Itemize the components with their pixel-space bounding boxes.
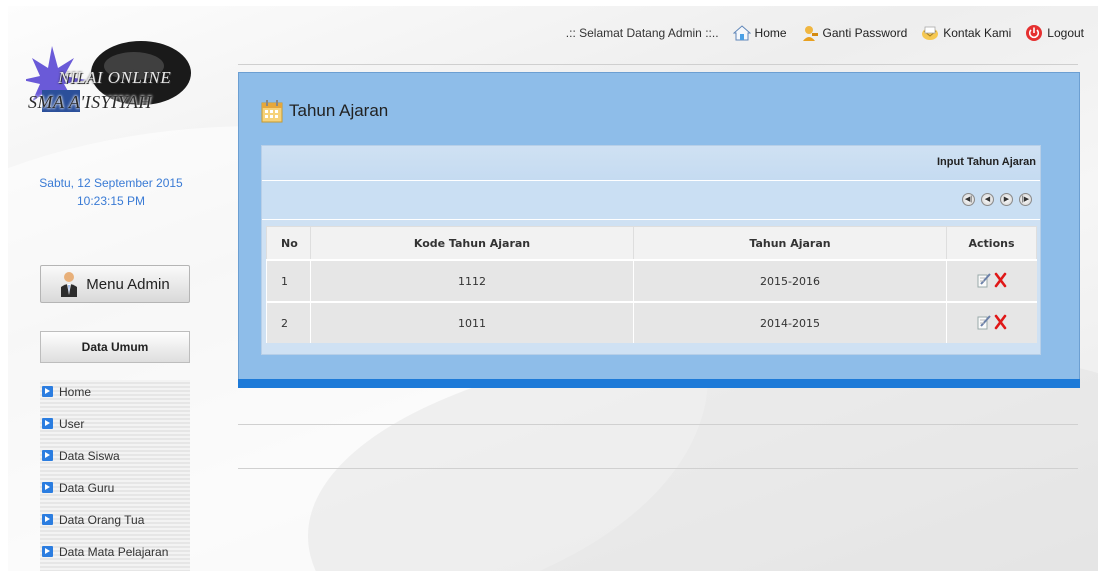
cell-tahun: 2015-2016 bbox=[633, 259, 947, 302]
input-tahun-ajaran-link[interactable]: Input Tahun Ajaran bbox=[937, 156, 1036, 168]
ganti-password-link[interactable]: Ganti Password bbox=[801, 24, 908, 42]
cell-kode: 1112 bbox=[310, 259, 634, 302]
panel-header: Tahun Ajaran bbox=[261, 99, 388, 123]
logout-link[interactable]: Logout bbox=[1025, 24, 1084, 42]
tahun-ajaran-table: No Kode Tahun Ajaran Tahun Ajaran Action… bbox=[266, 226, 1037, 343]
sidebar-item-data-orang-tua[interactable]: Data Orang Tua bbox=[40, 508, 190, 531]
sidebar-item-label: Data Mata Pelajaran bbox=[59, 544, 169, 559]
arrow-right-icon bbox=[42, 386, 53, 397]
top-navigation: .:: Selamat Datang Admin ::.. Home Ganti… bbox=[566, 24, 1084, 42]
next-page-icon[interactable]: ▶ bbox=[1000, 193, 1013, 206]
top-home-link[interactable]: Home bbox=[732, 24, 787, 42]
sidebar-item-label: Data Guru bbox=[59, 480, 115, 495]
delete-icon[interactable] bbox=[994, 272, 1007, 288]
panel-footer-bar bbox=[238, 379, 1080, 388]
current-date: Sabtu, 12 September 2015 bbox=[39, 176, 183, 190]
power-icon bbox=[1026, 25, 1043, 41]
edit-icon[interactable] bbox=[977, 272, 991, 288]
menu-admin-button[interactable]: Menu Admin bbox=[40, 265, 190, 303]
admin-user-icon bbox=[61, 272, 78, 297]
kontak-kami-label: Kontak Kami bbox=[943, 26, 1012, 40]
sidebar-item-user[interactable]: User bbox=[40, 412, 190, 435]
delete-icon[interactable] bbox=[994, 314, 1007, 330]
key-user-icon bbox=[802, 26, 818, 41]
arrow-right-icon bbox=[42, 482, 53, 493]
sidebar-item-data-siswa[interactable]: Data Siswa bbox=[40, 444, 190, 467]
sidebar-item-label: Home bbox=[59, 384, 92, 399]
home-icon bbox=[732, 25, 751, 41]
grid-toolbar: Input Tahun Ajaran bbox=[262, 146, 1040, 181]
cell-no: 1 bbox=[266, 259, 311, 302]
current-time: 10:23:15 PM bbox=[76, 194, 146, 208]
cell-no: 2 bbox=[266, 301, 311, 343]
arrow-right-icon bbox=[42, 514, 53, 525]
logo-line1: NILAI ONLINE bbox=[58, 68, 172, 87]
page-background: NILAI ONLINE SMA A'ISYIYAH .:: Selamat D… bbox=[8, 6, 1098, 571]
table-row: 1 1112 2015-2016 bbox=[266, 259, 1037, 302]
cell-actions bbox=[946, 259, 1037, 302]
page-title: Tahun Ajaran bbox=[289, 101, 389, 120]
first-page-icon[interactable]: ◀| bbox=[962, 193, 975, 206]
kontak-kami-link[interactable]: Kontak Kami bbox=[921, 24, 1011, 42]
top-home-label: Home bbox=[754, 26, 787, 40]
table-header-row: No Kode Tahun Ajaran Tahun Ajaran Action… bbox=[266, 226, 1037, 261]
arrow-right-icon bbox=[42, 450, 53, 461]
logout-label: Logout bbox=[1047, 26, 1084, 40]
arrow-right-icon bbox=[42, 418, 53, 429]
ganti-password-label: Ganti Password bbox=[822, 26, 908, 40]
sidebar-item-data-mata-pelajaran[interactable]: Data Mata Pelajaran bbox=[40, 540, 190, 563]
date-time-display: Sabtu, 12 September 2015 10:23:15 PM bbox=[36, 174, 186, 210]
cell-kode: 1011 bbox=[310, 301, 634, 343]
column-header-actions: Actions bbox=[946, 226, 1037, 261]
calendar-icon bbox=[261, 100, 283, 123]
last-page-icon[interactable]: |▶ bbox=[1019, 193, 1032, 206]
column-header-tahun[interactable]: Tahun Ajaran bbox=[633, 226, 947, 261]
site-logo[interactable]: NILAI ONLINE SMA A'ISYIYAH bbox=[26, 28, 206, 118]
grid-pager-bar: ◀| ◀ ▶ |▶ bbox=[262, 181, 1040, 220]
mail-icon bbox=[922, 26, 939, 40]
top-divider bbox=[238, 64, 1078, 65]
cell-tahun: 2014-2015 bbox=[633, 301, 947, 343]
sidebar-item-label: Data Siswa bbox=[59, 448, 120, 463]
column-header-no[interactable]: No bbox=[266, 226, 311, 261]
prev-page-icon[interactable]: ◀ bbox=[981, 193, 994, 206]
sidebar-section-title: Data Umum bbox=[40, 331, 190, 363]
sidebar-item-label: Data Orang Tua bbox=[59, 512, 145, 527]
content-panel: Tahun Ajaran Input Tahun Ajaran ◀| ◀ ▶ |… bbox=[238, 72, 1080, 388]
logo-line2: SMA A'ISYIYAH bbox=[28, 92, 152, 112]
pager: ◀| ◀ ▶ |▶ bbox=[962, 193, 1032, 206]
menu-admin-label: Menu Admin bbox=[86, 275, 170, 293]
edit-icon[interactable] bbox=[977, 314, 991, 330]
sidebar-item-label: User bbox=[59, 416, 85, 431]
content-divider bbox=[238, 424, 1078, 425]
data-grid: Input Tahun Ajaran ◀| ◀ ▶ |▶ No Kode Tah… bbox=[261, 145, 1041, 355]
content-divider bbox=[238, 468, 1078, 469]
sidebar-menu: Home User Data Siswa Data Guru Data Oran… bbox=[40, 380, 190, 571]
sidebar-item-data-guru[interactable]: Data Guru bbox=[40, 476, 190, 499]
sidebar-item-home[interactable]: Home bbox=[40, 380, 190, 403]
table-row: 2 1011 2014-2015 bbox=[266, 301, 1037, 343]
arrow-right-icon bbox=[42, 546, 53, 557]
cell-actions bbox=[946, 301, 1037, 343]
column-header-kode[interactable]: Kode Tahun Ajaran bbox=[310, 226, 634, 261]
welcome-text: .:: Selamat Datang Admin ::.. bbox=[565, 26, 719, 40]
